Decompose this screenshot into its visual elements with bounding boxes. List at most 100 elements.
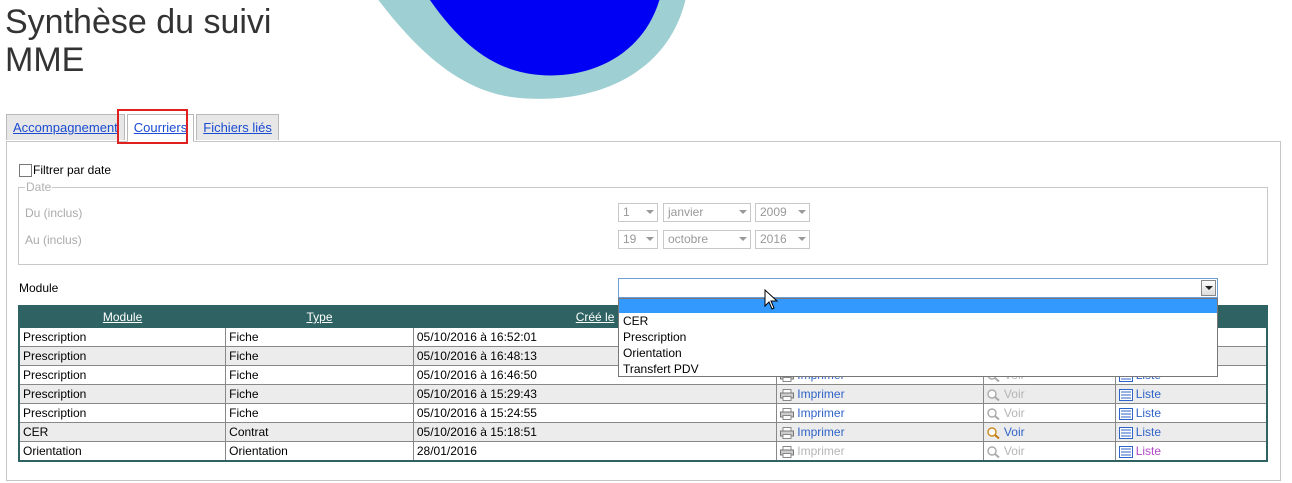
table-row: CER Contrat 05/10/2016 à 15:18:51 Imprimer V…: [18, 422, 1268, 442]
cell-print: Imprimer: [776, 403, 984, 423]
chevron-down-icon: [798, 210, 806, 214]
cell-created: 05/10/2016 à 15:24:55: [412, 403, 778, 423]
header-module[interactable]: Module: [18, 305, 227, 328]
magnifier-icon: [987, 387, 1001, 401]
tab-accompagnement[interactable]: Accompagnement: [6, 114, 125, 140]
date-filter-label: Filtrer par date: [33, 163, 112, 177]
module-label: Module: [19, 281, 59, 295]
print-label: Imprimer: [797, 444, 845, 458]
cell-print: Imprimer: [776, 384, 984, 404]
dropdown-option-cer[interactable]: CER: [619, 313, 1217, 329]
logo-shape: [378, 0, 686, 99]
list-label: Liste: [1135, 444, 1162, 458]
cell-module: Prescription: [18, 403, 227, 423]
list-link[interactable]: Liste: [1118, 444, 1162, 458]
view-link[interactable]: Voir: [987, 444, 1025, 458]
cell-type: Fiche: [225, 365, 414, 385]
header-type[interactable]: Type: [225, 305, 414, 328]
cell-print: Imprimer: [776, 422, 984, 442]
cell-list: Liste: [1114, 422, 1268, 442]
to-year-select[interactable]: 2016: [755, 230, 810, 249]
view-label: Voir: [1003, 444, 1025, 458]
tab-courriers[interactable]: Courriers: [126, 114, 195, 142]
cell-module: Orientation: [18, 441, 227, 462]
view-link[interactable]: Voir: [987, 387, 1025, 401]
from-day-value: 1: [623, 205, 630, 219]
print-link[interactable]: Imprimer: [780, 406, 845, 420]
list-label: Liste: [1135, 425, 1162, 439]
chevron-down-icon: [646, 237, 654, 241]
cell-created: 28/01/2016: [412, 441, 778, 462]
cell-type: Orientation: [225, 441, 414, 462]
print-link[interactable]: Imprimer: [780, 425, 845, 439]
dropdown-option-transfert-pdv[interactable]: Transfert PDV: [619, 361, 1217, 377]
cell-type: Fiche: [225, 327, 414, 347]
from-label: Du (inclus): [25, 206, 83, 220]
dropdown-option-empty[interactable]: [619, 299, 1217, 313]
from-day-select[interactable]: 1: [618, 203, 658, 222]
tab-bar: Accompagnement Courriers Fichiers liés: [6, 114, 281, 142]
list-label: Liste: [1135, 406, 1162, 420]
view-link[interactable]: Voir: [987, 406, 1025, 420]
cell-type: Fiche: [225, 384, 414, 404]
cell-type: Fiche: [225, 346, 414, 366]
table-row: Orientation Orientation 28/01/2016 Imprimer…: [18, 441, 1268, 462]
cell-list: Liste: [1114, 441, 1268, 462]
magnifier-icon: [987, 425, 1001, 439]
to-month-value: octobre: [668, 232, 709, 246]
date-fieldset: Date: [18, 180, 1268, 265]
cell-view: Voir: [982, 422, 1116, 442]
cell-module: Prescription: [18, 365, 227, 385]
print-label: Imprimer: [797, 406, 845, 420]
cell-view: Voir: [982, 384, 1116, 404]
date-filter-checkbox[interactable]: [19, 163, 32, 177]
list-icon: [1118, 444, 1133, 458]
to-day-select[interactable]: 19: [618, 230, 658, 249]
from-year-value: 2009: [760, 205, 787, 219]
chevron-down-icon: [798, 237, 806, 241]
list-icon: [1118, 425, 1133, 439]
tab-fichiers-lies[interactable]: Fichiers liés: [196, 114, 279, 140]
list-link[interactable]: Liste: [1118, 425, 1162, 439]
view-label: Voir: [1003, 387, 1025, 401]
view-link[interactable]: Voir: [987, 425, 1025, 439]
to-label: Au (inclus): [25, 233, 82, 247]
cell-print: Imprimer: [776, 441, 984, 462]
from-month-value: janvier: [668, 205, 704, 219]
to-month-select[interactable]: octobre: [663, 230, 751, 249]
dropdown-option-prescription[interactable]: Prescription: [619, 329, 1217, 345]
list-link[interactable]: Liste: [1118, 387, 1161, 401]
printer-icon: [780, 425, 795, 439]
print-link[interactable]: Imprimer: [780, 387, 845, 401]
dropdown-arrow-button[interactable]: [1201, 280, 1216, 296]
cell-list: Liste: [1114, 403, 1268, 423]
chevron-down-icon: [739, 237, 747, 241]
cell-module: CER: [18, 422, 227, 442]
cell-module: Prescription: [18, 346, 227, 366]
from-year-select[interactable]: 2009: [755, 203, 810, 222]
table-row: Prescription Fiche 05/10/2016 à 15:29:43 Im…: [18, 384, 1268, 404]
date-legend: Date: [26, 180, 52, 194]
magnifier-icon: [987, 406, 1001, 420]
list-icon: [1118, 387, 1133, 401]
mouse-cursor-icon: [764, 289, 778, 310]
print-link[interactable]: Imprimer: [780, 444, 845, 458]
date-filter: Filtrer par date: [19, 163, 111, 177]
to-year-value: 2016: [760, 232, 787, 246]
cell-list: Liste: [1114, 384, 1268, 404]
from-month-select[interactable]: janvier: [663, 203, 751, 222]
cell-type: Contrat: [225, 422, 414, 442]
page-title-line1: Synthèse du suivi: [5, 3, 272, 41]
cell-view: Voir: [982, 441, 1116, 462]
print-label: Imprimer: [797, 387, 845, 401]
view-label: Voir: [1003, 406, 1025, 420]
chevron-down-icon: [739, 210, 747, 214]
cell-view: Voir: [982, 403, 1116, 423]
print-label: Imprimer: [797, 425, 845, 439]
cell-created: 05/10/2016 à 15:29:43: [412, 384, 778, 404]
page-title: Synthèse du suivi MME: [5, 3, 272, 79]
module-select[interactable]: [618, 278, 1218, 298]
list-link[interactable]: Liste: [1118, 406, 1162, 420]
list-icon: [1118, 406, 1133, 420]
dropdown-option-orientation[interactable]: Orientation: [619, 345, 1217, 361]
